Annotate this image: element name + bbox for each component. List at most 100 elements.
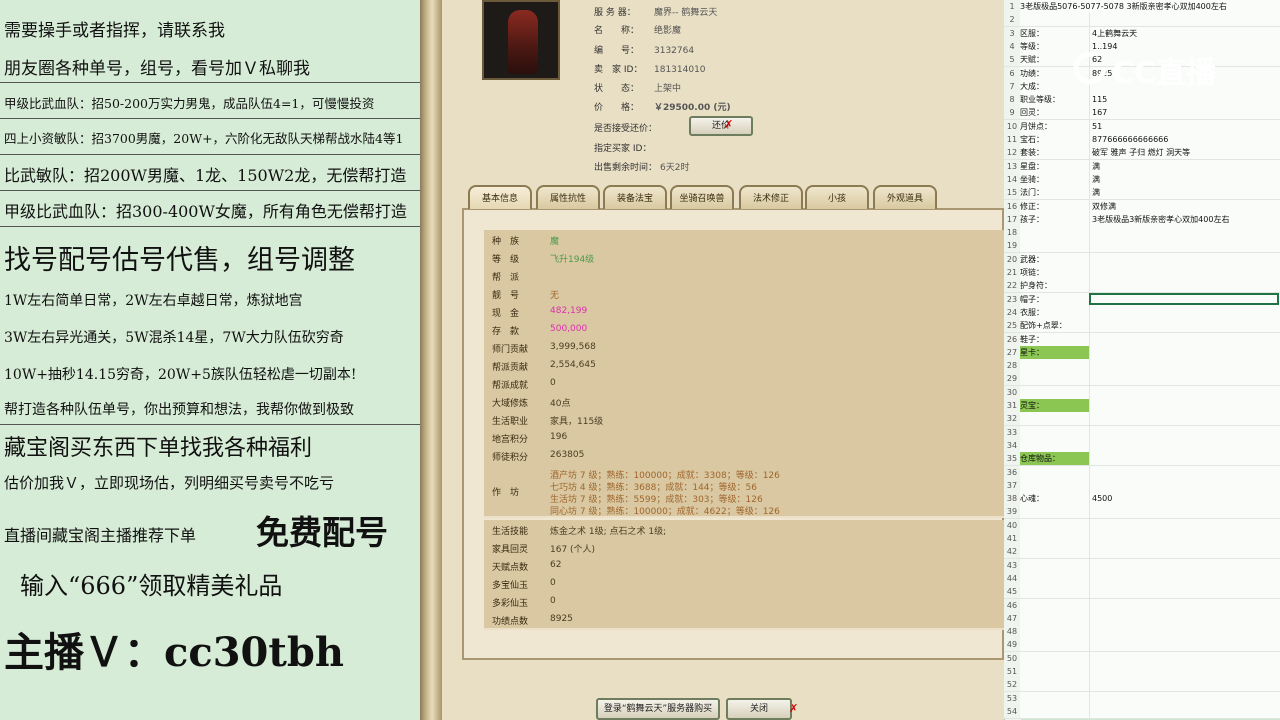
sheet-row: 45 (1004, 585, 1280, 600)
sheet-cell-a[interactable] (1020, 226, 1090, 240)
sheet-cell-a[interactable]: 星卡： (1020, 345, 1090, 359)
sheet-cell-a[interactable] (1020, 465, 1090, 479)
sheet-cell-a[interactable] (1020, 585, 1090, 599)
sheet-cell-a[interactable]: 区服： (1020, 26, 1090, 40)
sheet-cell-a[interactable]: 帽子： (1020, 292, 1090, 306)
sheet-cell-b[interactable]: 满 (1092, 173, 1100, 186)
sheet-cell-a[interactable]: 孩子： (1020, 212, 1090, 226)
tab-5[interactable]: 法术修正 (739, 185, 803, 209)
sheet-cell-a[interactable]: 灵宝： (1020, 399, 1090, 412)
sheet-cell-a[interactable] (1020, 13, 1090, 27)
sheet-cell-a[interactable] (1020, 438, 1090, 452)
row-number: 12 (1004, 146, 1020, 160)
sheet-cell-a[interactable]: 职业等级： (1020, 93, 1090, 107)
sheet-cell-a[interactable]: 武器： (1020, 252, 1090, 266)
sheet-cell-a[interactable] (1020, 359, 1090, 373)
tab-2[interactable]: 属性抗性 (536, 185, 600, 209)
info-row: 生活技能 炼金之术 1级; 点石之术 1级; (484, 520, 1004, 540)
sheet-cell-a[interactable]: 月饼点： (1020, 119, 1090, 133)
sheet-cell-b[interactable]: 4500 (1092, 492, 1112, 505)
sheet-cell-b[interactable]: 满 (1092, 186, 1100, 199)
sheet-cell-a[interactable] (1020, 412, 1090, 426)
sheet-cell-a[interactable]: 项链： (1020, 266, 1090, 279)
sheet-row: 1 3老版极品5076-5077-5078 3新版亲密孝心双加400左右 (1004, 0, 1280, 14)
sheet-cell-a[interactable] (1020, 532, 1090, 545)
sheet-cell-b[interactable]: 双修满 (1092, 200, 1116, 213)
sheet-cell-a[interactable]: 衣服： (1020, 305, 1090, 319)
sheet-cell-b[interactable]: 4上鹤舞云天 (1092, 27, 1137, 40)
sheet-cell-b[interactable]: 115 (1092, 93, 1107, 106)
divider (0, 226, 420, 227)
info-row: 家具回灵 167 (个人) (484, 538, 1004, 558)
sheet-cell-b[interactable]: 877666666666666 (1092, 133, 1168, 146)
sheet-cell-a[interactable] (1020, 505, 1090, 519)
sheet-cell-a[interactable] (1020, 651, 1090, 665)
login-purchase-button[interactable]: 登录“鹤舞云天”服务器购买 (596, 698, 720, 720)
row-number: 41 (1004, 532, 1020, 545)
sheet-cell-a[interactable] (1020, 372, 1090, 386)
sheet-cell-a[interactable] (1020, 678, 1090, 692)
info-row-value: 40点 (550, 398, 571, 409)
selected-cell[interactable] (1089, 292, 1279, 305)
tab-1[interactable]: 基本信息 (468, 185, 532, 209)
sheet-cell-a[interactable] (1020, 665, 1090, 678)
sheet-cell-a[interactable] (1020, 598, 1090, 612)
divider (0, 82, 420, 83)
row-number: 17 (1004, 212, 1020, 226)
counter-offer-button[interactable]: 还价 (689, 116, 753, 136)
sheet-row: 42 (1004, 545, 1280, 560)
tab-3[interactable]: 装备法宝 (603, 185, 667, 209)
tab-6[interactable]: 小孩 (805, 185, 869, 209)
sheet-cell-a[interactable] (1020, 478, 1090, 492)
sheet-cell-b[interactable]: 满 (1092, 160, 1100, 173)
tab-7[interactable]: 外观道具 (873, 185, 937, 209)
tab-4[interactable]: 坐骑召唤兽 (670, 185, 734, 209)
sheet-cell-a[interactable]: 修正： (1020, 199, 1090, 213)
sheet-cell-a[interactable]: 宝石： (1020, 133, 1090, 146)
info-line: 估价加我Ｖ，立即现场估，列明细买号卖号不吃亏 (4, 474, 335, 492)
sheet-cell-a[interactable] (1020, 518, 1090, 532)
sheet-cell-a[interactable] (1020, 239, 1090, 253)
row-number: 47 (1004, 611, 1020, 625)
sheet-cell-b[interactable]: 167 (1092, 106, 1107, 119)
character-figure (508, 10, 538, 74)
info-row: 靓 号无 (484, 284, 1004, 304)
sheet-cell-a[interactable] (1020, 571, 1090, 585)
sheet-cell-a[interactable] (1020, 385, 1090, 399)
sheet-cell-a[interactable]: 3老版极品5076-5077-5078 3新版亲密孝心双加400左右 (1020, 0, 1278, 13)
buyer-label: 指定买家 ID： (594, 144, 652, 154)
sheet-cell-a[interactable] (1020, 558, 1090, 572)
sheet-cell-a[interactable] (1020, 704, 1090, 718)
time-value: 6天2时 (660, 163, 690, 173)
sheet-cell-a[interactable]: 回灵： (1020, 106, 1090, 120)
sheet-cell-a[interactable]: 套装： (1020, 146, 1090, 160)
info-line: 帮打造各种队伍单号，你出预算和想法，我帮你做到极致 (4, 402, 354, 418)
sheet-cell-a[interactable]: 星盘： (1020, 159, 1090, 173)
sheet-cell-a[interactable] (1020, 638, 1090, 652)
info-row: 帮派贡献 2,554,645 (484, 356, 1004, 376)
info-row-value: 500,000 (550, 323, 588, 334)
sheet-cell-a[interactable]: 仓库物品： (1020, 452, 1090, 466)
sheet-cell-a[interactable] (1020, 691, 1090, 705)
sheet-cell-a[interactable]: 坐骑： (1020, 172, 1090, 186)
sheet-cell-a[interactable]: 法门： (1020, 186, 1090, 200)
sheet-cell-a[interactable]: 心魂： (1020, 492, 1090, 506)
info-row-value: 196 (550, 431, 568, 442)
close-button[interactable]: 关闭 (726, 698, 792, 720)
sheet-cell-b[interactable]: 51 (1092, 120, 1102, 133)
sheet-cell-a[interactable] (1020, 545, 1090, 559)
sheet-cell-a[interactable] (1020, 425, 1090, 439)
sheet-cell-b[interactable]: 破军 雅声 子归 燃灯 洞天等 (1092, 146, 1190, 159)
gift-line: 输入“666”领取精美礼品 (20, 572, 283, 600)
sheet-cell-a[interactable] (1020, 625, 1090, 639)
sheet-cell-a[interactable]: 配饰+点翠： (1020, 319, 1090, 333)
sheet-cell-a[interactable]: 鞋子： (1020, 332, 1090, 346)
sheet-cell-a[interactable]: 护身符： (1020, 279, 1090, 293)
info-row-label: 存 款 (492, 326, 520, 337)
sheet-cell-a[interactable] (1020, 611, 1090, 625)
row-number: 16 (1004, 199, 1020, 213)
sheet-row: 50 (1004, 651, 1280, 666)
spreadsheet: 1 3老版极品5076-5077-5078 3新版亲密孝心双加400左右 2 3 区服：… (1004, 0, 1280, 720)
info-line: 四上小资敏队：招3700男魔，20W+，六阶化无敌队天梯帮战水陆4等1 (4, 131, 404, 146)
sheet-cell-b[interactable]: 3老版极品3新版亲密孝心双加400左右 (1092, 213, 1229, 226)
